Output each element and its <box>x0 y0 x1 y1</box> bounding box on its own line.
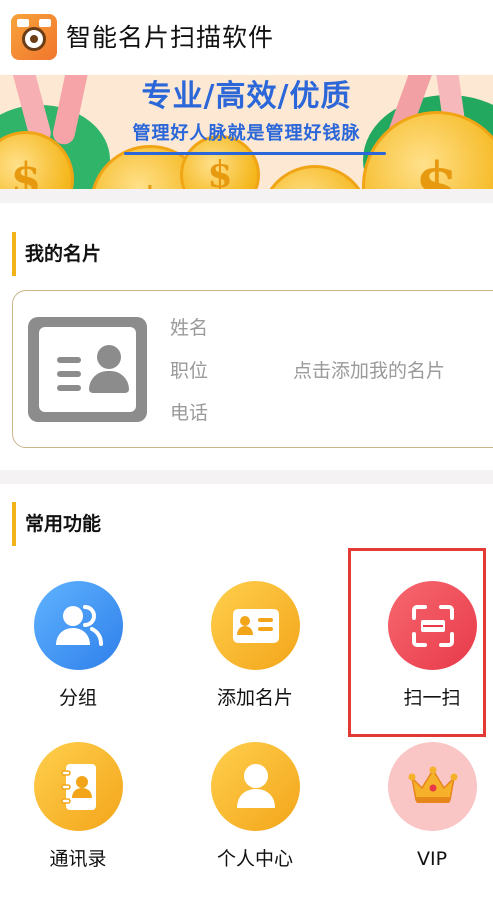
section-divider <box>0 470 493 484</box>
feature-profile-label: 个人中心 <box>216 848 293 870</box>
features-section-title: 常用功能 <box>12 502 101 546</box>
add-card-icon <box>211 581 300 670</box>
contact-card-icon <box>28 317 147 422</box>
address-book-icon <box>34 742 123 831</box>
app-header: 智能名片扫描软件 <box>0 0 493 75</box>
my-card-panel[interactable]: 姓名 职位 电话 点击添加我的名片 <box>12 290 493 448</box>
add-my-card-link[interactable]: 点击添加我的名片 <box>293 358 445 384</box>
feature-address-book[interactable]: 通讯录 <box>0 742 160 892</box>
feature-vip[interactable]: VIP <box>354 742 493 892</box>
feature-add-card[interactable]: 添加名片 <box>177 581 337 731</box>
banner-subtitle: 管理好人脉就是管理好钱脉 <box>132 123 361 144</box>
my-card-section-title: 我的名片 <box>12 232 101 276</box>
banner-slogan: 专业/高效/优质 <box>141 79 352 114</box>
banner-underline <box>124 152 386 155</box>
card-field-position: 职位 <box>170 360 209 382</box>
crown-icon <box>388 742 477 831</box>
section-divider <box>0 189 493 203</box>
app-screen: 智能名片扫描软件 $ $ $ $ $ 专业/高效/优质 管理好人脉就是管理好钱脉… <box>0 0 493 900</box>
profile-icon <box>211 742 300 831</box>
feature-group-label: 分组 <box>58 687 97 709</box>
feature-address-book-label: 通讯录 <box>49 848 107 870</box>
feature-group[interactable]: 分组 <box>0 581 160 731</box>
group-users-icon <box>34 581 123 670</box>
feature-profile[interactable]: 个人中心 <box>177 742 337 892</box>
highlight-box <box>348 548 486 737</box>
app-title: 智能名片扫描软件 <box>66 23 275 52</box>
camera-logo-icon <box>11 14 57 60</box>
feature-add-card-label: 添加名片 <box>216 687 293 709</box>
card-field-phone: 电话 <box>170 402 209 424</box>
promo-banner[interactable]: $ $ $ $ $ 专业/高效/优质 管理好人脉就是管理好钱脉 <box>0 75 493 189</box>
feature-vip-label: VIP <box>416 848 448 870</box>
card-field-name: 姓名 <box>170 317 209 339</box>
